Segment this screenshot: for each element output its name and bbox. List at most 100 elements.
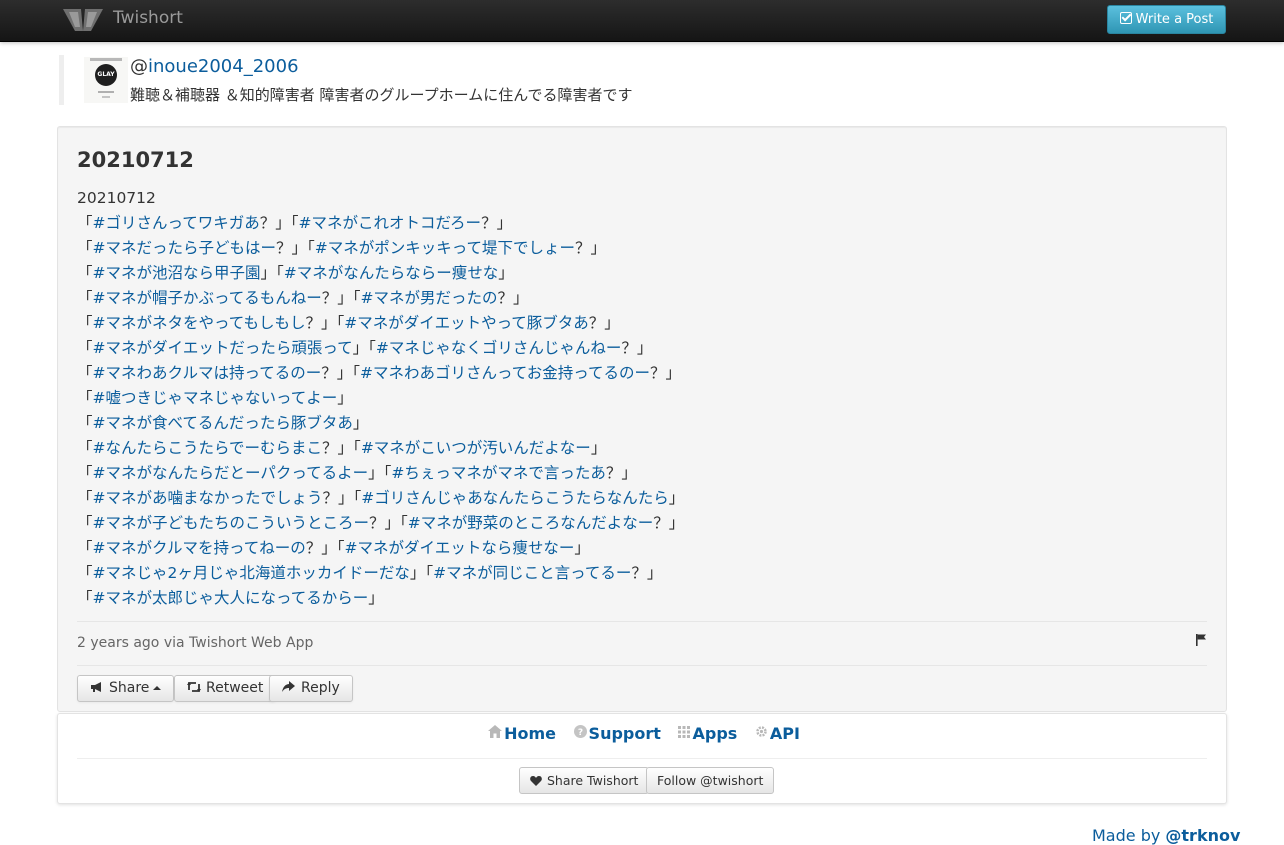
post-text: 「 bbox=[77, 289, 93, 307]
post-text: ？」「 bbox=[259, 214, 299, 232]
hashtag-link[interactable]: #ゴリさんってワキガあ bbox=[93, 214, 260, 232]
post-line: 「#マネがクルマを持ってねーの？」「#マネがダイエットなら痩せなー」 bbox=[77, 536, 1197, 561]
post-line: 「#嘘つきじゃマネじゃないってよー」 bbox=[77, 386, 1197, 411]
hashtag-link[interactable]: #マネが太郎じゃ大人になってるからー bbox=[93, 589, 369, 607]
hashtag-link[interactable]: #ちぇっマネがマネで言ったあ bbox=[391, 464, 606, 482]
retweet-icon bbox=[187, 682, 201, 692]
post-line: 「#ゴリさんってワキガあ？」「#マネがこれオトコだろー？」 bbox=[77, 211, 1197, 236]
post-text: 」 bbox=[498, 264, 514, 282]
post-text: 」 bbox=[590, 439, 607, 457]
post-card: 20210712 20210712 「#ゴリさんってワキガあ？」「#マネがこれオト… bbox=[57, 126, 1227, 712]
post-line: 「#マネがネタをやってもしもし？」「#マネがダイエットやって豚ブタあ？」 bbox=[77, 311, 1197, 336]
reply-button[interactable]: Reply bbox=[269, 675, 353, 702]
hashtag-link[interactable]: #なんたらこうたらでーむらまこ bbox=[93, 439, 323, 457]
gear-icon bbox=[756, 726, 767, 737]
author-handle-link[interactable]: inoue2004_2006 bbox=[148, 56, 299, 77]
post-meta[interactable]: 2 years ago via Twishort Web App bbox=[77, 635, 313, 651]
retweet-button[interactable]: Retweet bbox=[174, 675, 277, 702]
hashtag-link[interactable]: #マネがダイエットだったら頑張って bbox=[93, 339, 353, 357]
write-post-button[interactable]: Write a Post bbox=[1107, 5, 1226, 34]
hashtag-link[interactable]: #嘘つきじゃマネじゃないってよー bbox=[93, 389, 338, 407]
post-text: 「 bbox=[77, 539, 93, 557]
post-text: ？」 bbox=[605, 464, 637, 482]
hashtag-link[interactable]: #マネがクルマを持ってねーの bbox=[93, 539, 306, 557]
post-text: ？」 bbox=[621, 339, 653, 357]
grid-icon bbox=[678, 726, 691, 738]
post-line: 「#マネが太郎じゃ大人になってるからー」 bbox=[77, 586, 1197, 611]
post-text: ？」 bbox=[653, 514, 685, 532]
follow-twishort-button[interactable]: Follow @twishort bbox=[646, 767, 775, 794]
credit-prefix: Made by bbox=[1092, 826, 1166, 845]
post-line: 「#マネわあクルマは持ってるのー？」「#マネわあゴリさんってお金持ってるのー？」 bbox=[77, 361, 1197, 386]
hashtag-link[interactable]: #ゴリさんじゃあなんたらこうたらなんたら bbox=[361, 489, 669, 507]
brand-name[interactable]: Twishort bbox=[113, 8, 183, 28]
post-text: 」 bbox=[368, 589, 384, 607]
hashtag-link[interactable]: #マネがあ噛まなかったでしょう bbox=[93, 489, 323, 507]
hashtag-link[interactable]: #マネだったら子どもはー bbox=[93, 239, 277, 257]
avatar[interactable]: GLAY bbox=[84, 57, 128, 103]
share-twishort-button[interactable]: Share Twishort bbox=[519, 767, 650, 794]
svg-text:?: ? bbox=[577, 728, 582, 738]
post-line: 「#マネが池沼なら甲子園」「#マネがなんたらならー痩せな」 bbox=[77, 261, 1197, 286]
hashtag-link[interactable]: #マネがポンキッキって堤下でしょー bbox=[315, 239, 575, 257]
post-text: 「 bbox=[77, 214, 93, 232]
post-line: 「#マネじゃ2ヶ月じゃ北海道ホッカイドーだな」「#マネが同じこと言ってるー？」 bbox=[77, 561, 1197, 586]
post-line: 「#マネがダイエットだったら頑張って」「#マネじゃなくゴリさんじゃんねー？」 bbox=[77, 336, 1197, 361]
post-text: 」 bbox=[574, 539, 590, 557]
post-text: ？」 bbox=[650, 364, 682, 382]
credit-handle-link[interactable]: @trknov bbox=[1165, 826, 1240, 845]
post-text: ？」「 bbox=[305, 539, 345, 557]
post-text: ？」「 bbox=[321, 364, 361, 382]
post-text: 「 bbox=[77, 464, 93, 482]
hashtag-link[interactable]: #マネが子どもたちのこういうところー bbox=[93, 514, 370, 532]
share-twishort-label: Share Twishort bbox=[547, 773, 639, 788]
post-text: 」「 bbox=[368, 464, 392, 482]
question-circle-icon: ? bbox=[573, 725, 587, 738]
hashtag-link[interactable]: #マネがこいつが汚いんだよなー bbox=[361, 439, 591, 457]
flag-icon[interactable] bbox=[1195, 633, 1207, 647]
footer-support-link[interactable]: Support bbox=[589, 724, 661, 743]
hashtag-link[interactable]: #マネが池沼なら甲子園 bbox=[93, 264, 261, 282]
post-line: 20210712 bbox=[77, 186, 1197, 211]
post-text: 」 bbox=[668, 489, 685, 507]
post-text: 「 bbox=[77, 589, 93, 607]
footer-home-link[interactable]: Home bbox=[504, 724, 556, 743]
hashtag-link[interactable]: #マネがなんたらだとーパクってるよー bbox=[93, 464, 369, 482]
hashtag-link[interactable]: #マネわあクルマは持ってるのー bbox=[93, 364, 322, 382]
hashtag-link[interactable]: #マネが野菜のところなんだよなー bbox=[408, 514, 654, 532]
heart-icon bbox=[530, 776, 542, 786]
hashtag-link[interactable]: #マネじゃなくゴリさんじゃんねー bbox=[376, 339, 622, 357]
hashtag-link[interactable]: #マネがダイエットなら痩せなー bbox=[345, 539, 575, 557]
footer-apps-link[interactable]: Apps bbox=[692, 724, 737, 743]
post-text: ？」「 bbox=[305, 314, 345, 332]
hashtag-link[interactable]: #マネじゃ2ヶ月じゃ北海道ホッカイドーだな bbox=[93, 564, 410, 582]
hashtag-link[interactable]: #マネが同じこと言ってるー bbox=[433, 564, 631, 582]
post-text: 」「 bbox=[352, 339, 376, 357]
post-title: 20210712 bbox=[77, 148, 194, 172]
post-text: ？」 bbox=[575, 239, 607, 257]
reply-arrow-icon bbox=[282, 681, 295, 692]
hashtag-link[interactable]: #マネがこれオトコだろー bbox=[299, 214, 482, 232]
post-text: ？」 bbox=[588, 314, 620, 332]
top-navbar: Twishort Write a Post bbox=[0, 0, 1284, 42]
hashtag-link[interactable]: #マネが男だったの bbox=[361, 289, 498, 307]
post-text: ？」「 bbox=[322, 489, 362, 507]
twishort-logo-icon[interactable] bbox=[61, 7, 105, 33]
post-line: 「#マネが帽子かぶってるもんねー？」「#マネが男だったの？」 bbox=[77, 286, 1197, 311]
post-text: ？」「 bbox=[276, 239, 315, 257]
hashtag-link[interactable]: #マネがネタをやってもしもし bbox=[93, 314, 306, 332]
post-text: 「 bbox=[77, 439, 93, 457]
footer-api-link[interactable]: API bbox=[770, 724, 800, 743]
post-line: 「#マネだったら子どもはー？」「#マネがポンキッキって堤下でしょー？」 bbox=[77, 236, 1197, 261]
post-body: 20210712 「#ゴリさんってワキガあ？」「#マネがこれオトコだろー？」 「#マ… bbox=[77, 186, 1197, 611]
hashtag-link[interactable]: #マネわあゴリさんってお金持ってるのー bbox=[360, 364, 650, 382]
share-button[interactable]: Share bbox=[77, 675, 175, 702]
hashtag-link[interactable]: #マネが帽子かぶってるもんねー bbox=[93, 289, 322, 307]
hashtag-link[interactable]: #マネがダイエットやって豚ブタあ bbox=[344, 314, 589, 332]
follow-twishort-label: Follow @twishort bbox=[657, 773, 764, 788]
post-text: 「 bbox=[77, 364, 93, 382]
hashtag-link[interactable]: #マネがなんたらならー痩せな bbox=[284, 264, 499, 282]
post-text: 「 bbox=[77, 339, 93, 357]
megaphone-icon bbox=[91, 682, 101, 692]
hashtag-link[interactable]: #マネが食べてるんだったら豚ブタあ bbox=[93, 414, 353, 432]
